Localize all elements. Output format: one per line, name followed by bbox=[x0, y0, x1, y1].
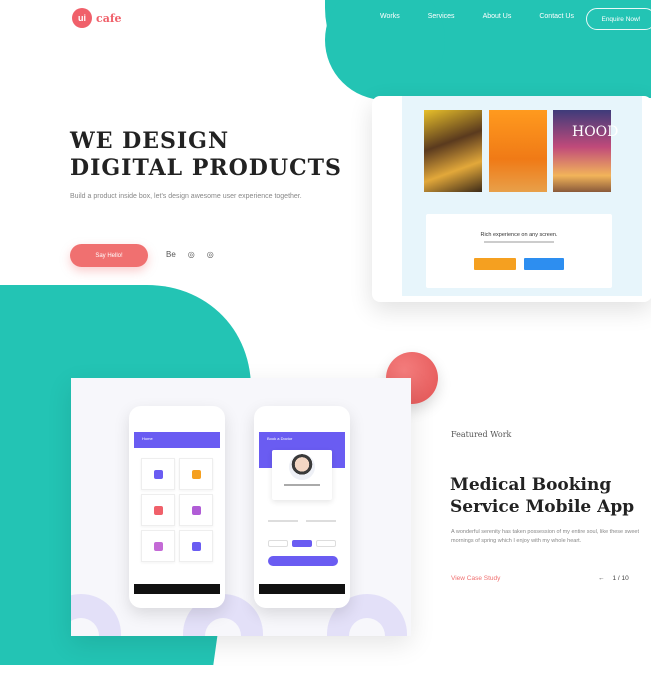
main-nav: Works Services About Us Contact Us Enqui… bbox=[380, 8, 651, 30]
featured-work-title: Medical Booking Service Mobile App bbox=[450, 474, 651, 518]
featured-work-description: A wonderful serenity has taken possessio… bbox=[451, 529, 640, 544]
instagram-icon[interactable]: ◎ bbox=[207, 250, 214, 259]
time-slot bbox=[316, 540, 336, 547]
book-cover-title: HOOD bbox=[572, 124, 619, 140]
logo-text: cafe bbox=[96, 11, 122, 25]
book-cover-orange bbox=[489, 110, 547, 192]
time-slot bbox=[268, 540, 288, 547]
book-preview-card: HOOD Rich experience on any screen. bbox=[372, 96, 651, 302]
doctor-avatar bbox=[289, 454, 315, 480]
logo[interactable]: ui cafe bbox=[72, 8, 122, 28]
dribbble-icon[interactable]: ◎ bbox=[188, 250, 195, 259]
phone-nav-bar bbox=[134, 584, 220, 594]
text-line bbox=[306, 520, 336, 522]
previous-arrow-icon[interactable]: ← bbox=[598, 575, 605, 582]
menu-tile bbox=[179, 458, 213, 490]
featured-work-showcase[interactable]: Home Book a Doctor bbox=[71, 378, 411, 636]
app-store-button[interactable] bbox=[474, 258, 516, 270]
slider-pager: ← 1 / 10 bbox=[598, 575, 629, 582]
book-cover-comic bbox=[424, 110, 482, 192]
menu-tile bbox=[179, 494, 213, 526]
play-store-button[interactable] bbox=[524, 258, 564, 270]
social-links: Be ◎ ◎ bbox=[166, 250, 214, 259]
behance-icon[interactable]: Be bbox=[166, 250, 176, 259]
book-cover-hood bbox=[553, 110, 611, 192]
book-appointment-button bbox=[268, 556, 338, 566]
phone-app-bar-title: Home bbox=[142, 436, 153, 441]
menu-tile bbox=[141, 494, 175, 526]
card-panel-text: Rich experience on any screen. bbox=[480, 232, 558, 238]
time-slot-selected bbox=[292, 540, 312, 547]
card-panel-subtext bbox=[426, 241, 612, 243]
featured-title-line-2: Service Mobile App bbox=[450, 497, 635, 517]
enquire-button[interactable]: Enquire Now! bbox=[586, 8, 651, 30]
doctor-name bbox=[272, 484, 332, 486]
pager-count: 1 / 10 bbox=[612, 575, 629, 582]
say-hello-button[interactable]: Say Hello! bbox=[70, 244, 148, 267]
featured-title-line-1: Medical Booking bbox=[450, 475, 612, 495]
nav-works[interactable]: Works bbox=[380, 13, 400, 20]
logo-mark: ui bbox=[72, 8, 92, 28]
phone-mockup-doctor: Book a Doctor bbox=[254, 406, 350, 608]
menu-tile bbox=[179, 530, 213, 562]
menu-tile bbox=[141, 458, 175, 490]
phone-mockup-home: Home bbox=[129, 406, 225, 608]
text-line bbox=[268, 520, 298, 522]
menu-tile bbox=[141, 530, 175, 562]
phone-app-bar-title: Book a Doctor bbox=[267, 436, 293, 441]
featured-work-label: Featured Work bbox=[451, 430, 512, 439]
hero-title: WE DESIGN DIGITAL PRODUCTS bbox=[70, 128, 370, 182]
nav-services[interactable]: Services bbox=[428, 13, 455, 20]
nav-about[interactable]: About Us bbox=[483, 13, 512, 20]
hero-title-line-1: WE DESIGN bbox=[70, 128, 230, 154]
doctor-card bbox=[272, 450, 332, 500]
phone-nav-bar bbox=[259, 584, 345, 594]
phone-app-bar: Home bbox=[134, 432, 220, 448]
hero-subtitle: Build a product inside box, let's design… bbox=[70, 193, 302, 200]
time-slots bbox=[268, 540, 336, 547]
nav-contact[interactable]: Contact Us bbox=[539, 13, 574, 20]
view-case-study-link[interactable]: View Case Study bbox=[451, 575, 500, 582]
hero-title-line-2: DIGITAL PRODUCTS bbox=[70, 155, 342, 181]
card-panel: Rich experience on any screen. bbox=[426, 214, 612, 288]
